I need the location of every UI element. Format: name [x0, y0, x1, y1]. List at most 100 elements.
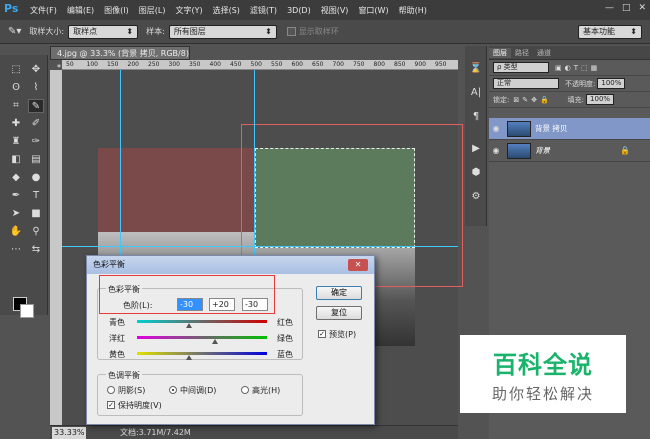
- menu-type[interactable]: 文字(Y): [175, 5, 202, 16]
- show-ring-checkbox[interactable]: [286, 27, 296, 36]
- filter-icons[interactable]: ▣◐T⬚▦: [555, 64, 600, 72]
- menu-image[interactable]: 图像(I): [104, 5, 129, 16]
- tab-channels[interactable]: 通道: [533, 48, 555, 58]
- sample-value: 所有图层: [173, 27, 206, 36]
- document-info[interactable]: 文档:3.71M/7.42M: [120, 427, 191, 438]
- eyedropper-icon[interactable]: ✎▾: [8, 26, 21, 37]
- tab-layers[interactable]: 图层: [489, 47, 511, 58]
- hand-tool-icon[interactable]: ✋: [8, 225, 24, 239]
- ruler-tick: 300: [168, 61, 180, 68]
- preserve-luminosity-checkbox[interactable]: ✓: [107, 401, 115, 409]
- maximize-button[interactable]: □: [622, 3, 631, 13]
- group-label: 色调平衡: [106, 370, 142, 381]
- blend-mode-select[interactable]: 正常: [493, 78, 559, 89]
- dialog-title: 色彩平衡: [93, 260, 125, 269]
- blur-tool-icon[interactable]: ◆: [8, 171, 24, 185]
- background-color-swatch[interactable]: [20, 304, 34, 318]
- radio-midtones[interactable]: [169, 386, 177, 394]
- tool-presets-icon[interactable]: ⚙: [469, 190, 483, 204]
- marquee-tool-icon[interactable]: ⬚: [8, 63, 24, 77]
- crop-tool-icon[interactable]: ⌗: [8, 99, 24, 113]
- move-tool-icon[interactable]: ✥: [28, 63, 44, 77]
- tab-paths[interactable]: 路径: [511, 48, 533, 58]
- zoom-tool-icon[interactable]: ⚲: [28, 225, 44, 239]
- shape-tool-icon[interactable]: ■: [28, 207, 44, 221]
- menu-file[interactable]: 文件(F): [30, 5, 57, 16]
- options-bar: ✎▾ 取样大小: 取样点 ⬍ 样本: 所有图层 ⬍ 显示取样环 基本功能 ⬍: [0, 20, 650, 44]
- lock-icon: 🔒: [620, 146, 630, 155]
- radio-shadows[interactable]: [107, 386, 115, 394]
- menu-3d[interactable]: 3D(D): [287, 6, 311, 15]
- sample-size-value: 取样点: [73, 27, 98, 36]
- swap-colors-icon[interactable]: ⇆: [28, 243, 44, 257]
- 3d-cube-icon[interactable]: ⬢: [469, 166, 483, 180]
- guide-horizontal: [62, 246, 458, 247]
- radio-highlights[interactable]: [241, 386, 249, 394]
- ok-button[interactable]: 确定: [316, 286, 362, 300]
- quick-select-tool-icon[interactable]: ⌇: [28, 81, 44, 95]
- slider-magenta-green[interactable]: [137, 336, 267, 339]
- slider-magenta-green-thumb[interactable]: [212, 339, 218, 344]
- annotation-highlight: [99, 275, 275, 314]
- chevron-down-icon: ⬍: [265, 27, 272, 36]
- menu-layer[interactable]: 图层(L): [139, 5, 166, 16]
- ruler-tick: 150: [107, 61, 119, 68]
- eraser-tool-icon[interactable]: ◧: [8, 153, 24, 167]
- document-tab[interactable]: 4.jpg @ 33.3% (背景 拷贝, RGB/8) *: [50, 46, 190, 72]
- ruler-tick: 100: [86, 61, 98, 68]
- lasso-tool-icon[interactable]: ʘ: [8, 81, 24, 95]
- paragraph-icon[interactable]: ¶: [469, 110, 483, 124]
- history-brush-icon[interactable]: ✑: [28, 135, 44, 149]
- menu-help[interactable]: 帮助(H): [399, 5, 427, 16]
- menu-select[interactable]: 选择(S): [213, 5, 240, 16]
- reset-button[interactable]: 复位: [316, 306, 362, 320]
- slider-yellow-blue-thumb[interactable]: [186, 355, 192, 360]
- minimize-button[interactable]: —: [605, 3, 614, 13]
- eye-icon[interactable]: ◉: [489, 146, 503, 155]
- sample-size-select[interactable]: 取样点 ⬍: [68, 24, 139, 39]
- layer-background-copy[interactable]: ◉ 背景 拷贝: [489, 118, 650, 140]
- ruler-tool-icon[interactable]: ⋯: [8, 243, 24, 257]
- dialog-close-button[interactable]: ✕: [348, 259, 368, 271]
- ruler-tick: 400: [209, 61, 221, 68]
- brush-tool-icon[interactable]: ✐: [28, 117, 44, 131]
- layers-panel-tabs: 图层 路径 通道: [489, 46, 650, 60]
- lock-label: 锁定:: [493, 95, 510, 104]
- history-icon[interactable]: ⌛: [469, 62, 483, 76]
- lock-icons[interactable]: ⊠✎✥🔒: [513, 96, 551, 104]
- eye-icon[interactable]: ◉: [489, 124, 503, 133]
- close-button[interactable]: ✕: [638, 3, 646, 13]
- stamp-tool-icon[interactable]: ♜: [8, 135, 24, 149]
- slider-yellow-blue[interactable]: [137, 352, 267, 355]
- healing-tool-icon[interactable]: ✚: [8, 117, 24, 131]
- gradient-tool-icon[interactable]: ▤: [28, 153, 44, 167]
- layer-background[interactable]: ◉ 背景 🔒: [489, 140, 650, 162]
- actions-play-icon[interactable]: ▶: [469, 142, 483, 156]
- fill-field[interactable]: 100%: [586, 94, 615, 105]
- slider-yellow-label: 黄色: [109, 350, 125, 359]
- sample-select[interactable]: 所有图层 ⬍: [168, 24, 277, 39]
- menu-window[interactable]: 窗口(W): [358, 5, 388, 16]
- menu-filter[interactable]: 滤镜(T): [250, 5, 277, 16]
- menu-view[interactable]: 视图(V): [321, 5, 349, 16]
- eyedropper-tool-icon[interactable]: ✎: [28, 99, 44, 113]
- path-select-tool-icon[interactable]: ➤: [8, 207, 24, 221]
- character-icon[interactable]: A|: [469, 86, 483, 100]
- slider-cyan-red[interactable]: [137, 320, 267, 323]
- dodge-tool-icon[interactable]: ●: [28, 171, 44, 185]
- workspace-select[interactable]: 基本功能 ⬍: [578, 24, 642, 39]
- opacity-field[interactable]: 100%: [597, 78, 626, 89]
- zoom-field[interactable]: 33.33%: [52, 426, 86, 439]
- show-ring-label: 显示取样环: [298, 27, 339, 36]
- ruler-tick: 850: [394, 61, 406, 68]
- menu-edit[interactable]: 编辑(E): [67, 5, 94, 16]
- slider-cyan-red-thumb[interactable]: [186, 323, 192, 328]
- pen-tool-icon[interactable]: ✒: [8, 189, 24, 203]
- dialog-titlebar[interactable]: 色彩平衡 ✕: [87, 256, 374, 274]
- preview-checkbox[interactable]: ✓: [318, 330, 326, 338]
- radio-shadows-label: 阴影(S): [118, 386, 146, 395]
- layer-kind-select[interactable]: ρ 类型: [493, 62, 549, 73]
- ruler-tick: 350: [189, 61, 201, 68]
- type-tool-icon[interactable]: T: [28, 189, 44, 203]
- ruler-tick: 800: [373, 61, 385, 68]
